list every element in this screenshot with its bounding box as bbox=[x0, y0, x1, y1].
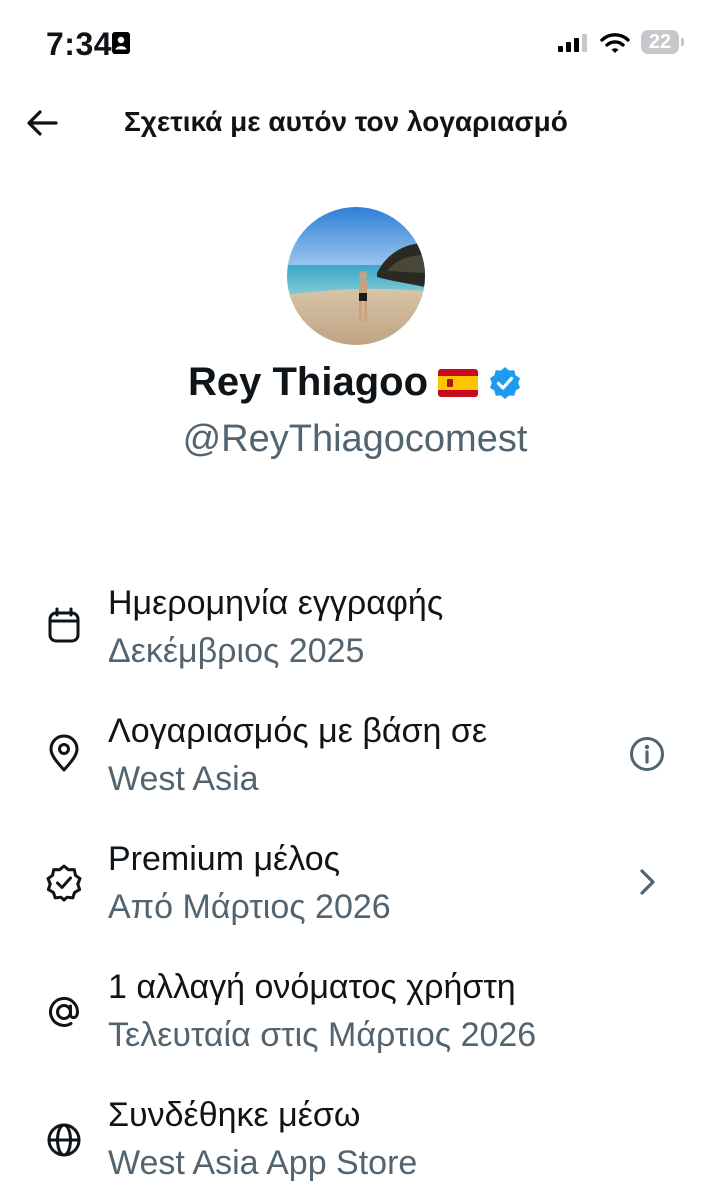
premium-value: Από Μάρτιος 2026 bbox=[108, 888, 391, 926]
based-in-label: Λογαριασμός με βάση σε bbox=[108, 712, 488, 750]
premium-label: Premium μέλος bbox=[108, 840, 340, 878]
username-changes-value: Τελευταία στις Μάρτιος 2026 bbox=[108, 1016, 537, 1054]
cellular-signal-icon bbox=[558, 34, 587, 52]
based-in-value: West Asia bbox=[108, 760, 259, 798]
premium-chevron-button[interactable] bbox=[625, 860, 669, 904]
battery-indicator: 22 bbox=[641, 30, 685, 54]
username-changes-label: 1 αλλαγή ονόματος χρήστη bbox=[108, 968, 516, 1006]
display-name-row: Rey Thiagoo bbox=[0, 360, 710, 405]
status-bar: 7:34 22 bbox=[0, 0, 710, 88]
info-row-account-based-in: Λογαριασμός με βάση σε West Asia bbox=[0, 706, 710, 816]
info-row-premium[interactable]: Premium μέλος Από Μάρτιος 2026 bbox=[0, 834, 710, 944]
page-title: Σχετικά με αυτόν τον λογαριασμό bbox=[124, 106, 568, 137]
back-button[interactable] bbox=[22, 103, 62, 143]
display-name: Rey Thiagoo bbox=[187, 360, 429, 404]
info-row-join-date: Ημερομηνία εγγραφής Δεκέμβριος 2025 bbox=[0, 578, 710, 688]
info-icon bbox=[630, 737, 664, 771]
verified-badge-icon bbox=[490, 366, 521, 399]
spain-flag-icon bbox=[438, 368, 479, 397]
arrow-left-icon bbox=[27, 110, 58, 136]
calendar-icon bbox=[48, 607, 80, 643]
header: Σχετικά με αυτόν τον λογαριασμό bbox=[0, 88, 710, 158]
contact-card-icon bbox=[112, 32, 130, 54]
info-button[interactable] bbox=[625, 732, 669, 776]
wifi-icon bbox=[600, 33, 630, 53]
battery-level: 22 bbox=[648, 31, 672, 53]
avatar[interactable] bbox=[287, 207, 425, 345]
info-row-connected-via: Συνδέθηκε μέσω West Asia App Store bbox=[0, 1090, 710, 1199]
connected-via-label: Συνδέθηκε μέσω bbox=[108, 1096, 361, 1134]
chevron-right-icon bbox=[640, 869, 655, 895]
status-time: 7:34 bbox=[46, 26, 113, 62]
connected-via-value: West Asia App Store bbox=[108, 1144, 418, 1182]
globe-icon bbox=[47, 1123, 81, 1157]
avatar-image bbox=[287, 207, 425, 345]
at-sign-icon bbox=[49, 996, 80, 1027]
handle: @ReyThiagocomest bbox=[182, 418, 528, 460]
verified-badge-outline-icon bbox=[46, 864, 82, 902]
info-row-username-changes: 1 αλλαγή ονόματος χρήστη Τελευταία στις … bbox=[0, 962, 710, 1072]
join-date-value: Δεκέμβριος 2025 bbox=[108, 632, 365, 670]
join-date-label: Ημερομηνία εγγραφής bbox=[108, 584, 444, 622]
location-pin-icon bbox=[49, 734, 79, 772]
